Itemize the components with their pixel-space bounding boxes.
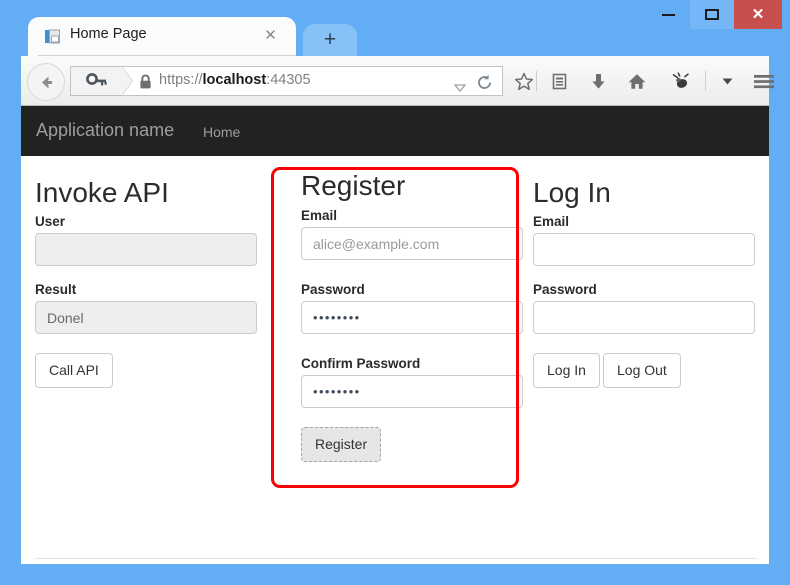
user-label: User <box>35 214 66 229</box>
home-icon[interactable] <box>623 68 651 94</box>
call-api-button[interactable]: Call API <box>35 353 113 388</box>
browser-toolbar: https://localhost:44305 <box>21 56 774 106</box>
login-email-label: Email <box>533 214 570 229</box>
brand-link[interactable]: Application name <box>36 120 174 141</box>
site-identity-button[interactable] <box>71 67 133 95</box>
page-document-icon <box>44 28 61 45</box>
tab-strip: Home Page ✕ + <box>21 17 769 56</box>
toolbar-divider-2 <box>705 71 706 91</box>
register-button[interactable]: Register <box>301 427 382 462</box>
minimize-icon <box>661 13 675 16</box>
register-confirm-password-label: Confirm Password <box>301 356 421 371</box>
register-password-label: Password <box>301 282 365 297</box>
login-button[interactable]: Log In <box>533 353 600 388</box>
new-tab-button[interactable]: + <box>303 24 357 56</box>
register-section: Register Email Password Confirm Password… <box>285 156 524 462</box>
footer-divider <box>35 558 757 559</box>
register-email-label: Email <box>301 208 338 223</box>
logout-button[interactable]: Log Out <box>603 353 681 388</box>
back-button[interactable] <box>27 63 65 101</box>
key-icon <box>85 73 107 86</box>
browser-window: ✕ Home Page ✕ + https://localhost:44305 … <box>0 0 790 585</box>
overflow-chevron-icon[interactable] <box>713 68 741 94</box>
fiddler-extension-icon[interactable] <box>667 68 695 94</box>
login-password-label: Password <box>533 282 597 297</box>
register-heading: Register <box>301 170 406 201</box>
url-text: https://localhost:44305 <box>159 72 311 88</box>
reading-list-icon[interactable] <box>545 68 573 94</box>
menu-hamburger-icon[interactable] <box>748 68 780 94</box>
url-dropdown-chevron-icon[interactable] <box>453 79 467 97</box>
reload-button[interactable] <box>473 73 495 91</box>
tab-home-page[interactable]: Home Page ✕ <box>28 17 296 56</box>
page-viewport: Application name Home Invoke API User Re… <box>21 106 769 564</box>
register-email-input[interactable] <box>301 227 523 260</box>
reload-icon <box>477 74 491 89</box>
bookmark-star-icon[interactable] <box>510 68 538 94</box>
login-password-input[interactable] <box>533 301 755 334</box>
nav-link-home[interactable]: Home <box>203 124 240 140</box>
url-bar[interactable]: https://localhost:44305 <box>70 66 503 96</box>
result-input[interactable] <box>35 301 257 334</box>
login-section: Log In Email Password Log In Log Out <box>533 156 769 388</box>
toolbar-divider <box>536 71 537 91</box>
invoke-api-heading: Invoke API <box>35 177 169 208</box>
register-confirm-password-input[interactable] <box>301 375 523 408</box>
login-email-input[interactable] <box>533 233 755 266</box>
result-label: Result <box>35 282 77 297</box>
tab-title: Home Page <box>70 26 147 42</box>
back-arrow-icon <box>41 76 52 88</box>
user-input[interactable] <box>35 233 257 266</box>
invoke-api-section: Invoke API User Result Call API <box>35 156 274 388</box>
window-title-bar: ✕ Home Page ✕ + <box>0 0 790 56</box>
tab-close-icon[interactable]: ✕ <box>263 28 278 43</box>
login-heading: Log In <box>533 177 611 208</box>
downloads-icon[interactable] <box>584 68 612 94</box>
padlock-icon <box>139 74 152 95</box>
site-navbar: Application name Home <box>21 106 769 156</box>
register-password-input[interactable] <box>301 301 523 334</box>
